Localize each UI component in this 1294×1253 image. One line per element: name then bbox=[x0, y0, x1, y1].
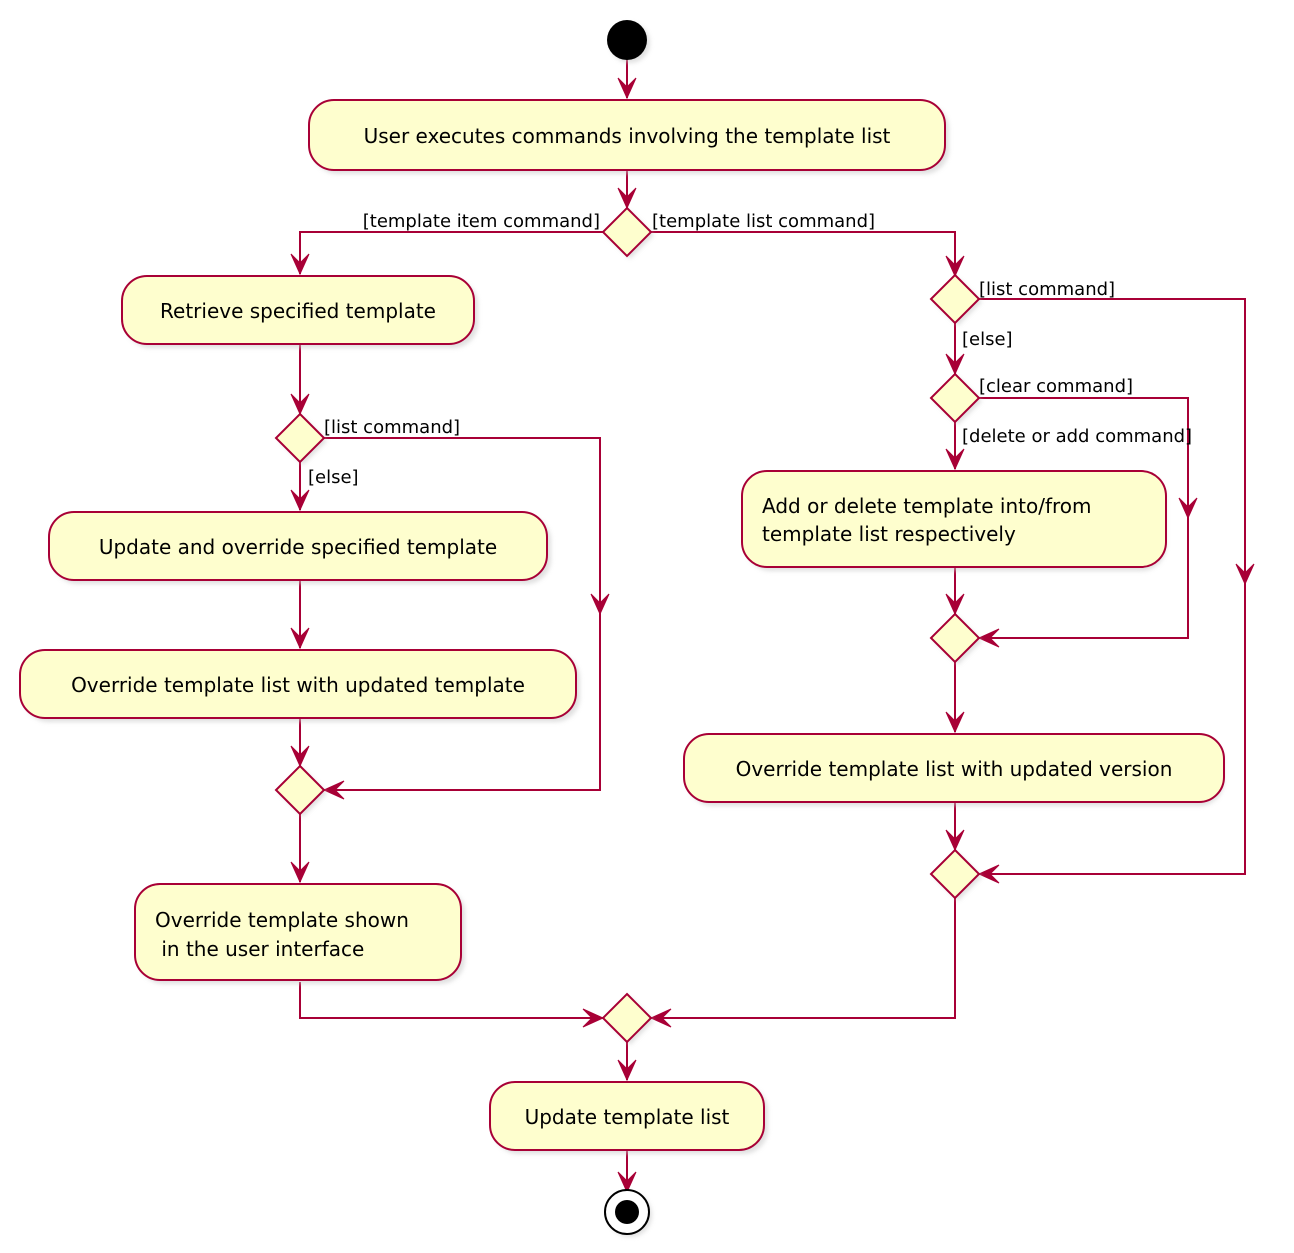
activity-override-shown[interactable]: Override template shown in the user inte… bbox=[134, 883, 465, 984]
activity-update-list[interactable]: Update template list bbox=[489, 1081, 768, 1154]
start-node bbox=[607, 20, 647, 60]
activity-update-override[interactable]: Update and override specified template bbox=[48, 511, 551, 584]
guard-delete-add-command: [delete or add command] bbox=[962, 426, 1192, 447]
activity-label: Override template list with updated temp… bbox=[71, 673, 525, 697]
guard-labels: [template item command] [template list c… bbox=[308, 211, 1192, 488]
merge-clear[interactable] bbox=[929, 612, 981, 664]
activity-label-line-2: in the user interface bbox=[155, 937, 364, 961]
guard-template-list-command: [template list command] bbox=[652, 211, 875, 232]
edge-rightmerge-to-final bbox=[651, 898, 956, 1019]
activity-diagram: User executes commands involving the tem… bbox=[19, 20, 1255, 1237]
activity-override-list-version[interactable]: Override template list with updated vers… bbox=[683, 733, 1225, 806]
activity-label: Update template list bbox=[525, 1105, 730, 1129]
edge-split-right bbox=[651, 231, 956, 276]
activity-label-line-1: Add or delete template into/from bbox=[762, 494, 1092, 518]
end-node-inner bbox=[615, 1200, 639, 1224]
activity-label: Update and override specified template bbox=[99, 535, 497, 559]
activity-add-delete[interactable]: Add or delete template into/from templat… bbox=[741, 470, 1167, 571]
edge-shown-to-final-merge bbox=[299, 982, 603, 1019]
activity-retrieve[interactable]: Retrieve specified template bbox=[121, 275, 478, 348]
edge-split-left bbox=[299, 231, 603, 274]
activity-label-line-1: Override template shown bbox=[155, 908, 409, 932]
guard-left-list-command: [list command] bbox=[324, 417, 460, 438]
guard-clear-command: [clear command] bbox=[979, 376, 1133, 397]
activity-user-executes[interactable]: User executes commands involving the tem… bbox=[308, 99, 949, 174]
activity-override-list-template[interactable]: Override template list with updated temp… bbox=[19, 649, 580, 722]
guard-template-item-command: [template item command] bbox=[363, 211, 600, 232]
merge-left[interactable] bbox=[274, 764, 326, 816]
merge-right[interactable] bbox=[929, 848, 981, 900]
merge-final[interactable] bbox=[601, 992, 653, 1044]
arrowheads bbox=[290, 77, 1255, 1194]
decision-clear[interactable] bbox=[929, 372, 981, 424]
activity-label: Override template list with updated vers… bbox=[736, 757, 1173, 781]
decision-left-list[interactable] bbox=[274, 412, 326, 464]
decision-command-type[interactable] bbox=[601, 206, 653, 258]
activity-label: Retrieve specified template bbox=[160, 299, 436, 323]
decision-right-list[interactable] bbox=[929, 273, 981, 325]
edge-left-list bbox=[324, 437, 601, 791]
guard-right-list-command: [list command] bbox=[979, 279, 1115, 300]
activity-label: User executes commands involving the tem… bbox=[364, 124, 891, 148]
activity-label-line-2: template list respectively bbox=[762, 522, 1016, 546]
guard-left-else: [else] bbox=[308, 467, 359, 488]
guard-right-else: [else] bbox=[962, 329, 1013, 350]
